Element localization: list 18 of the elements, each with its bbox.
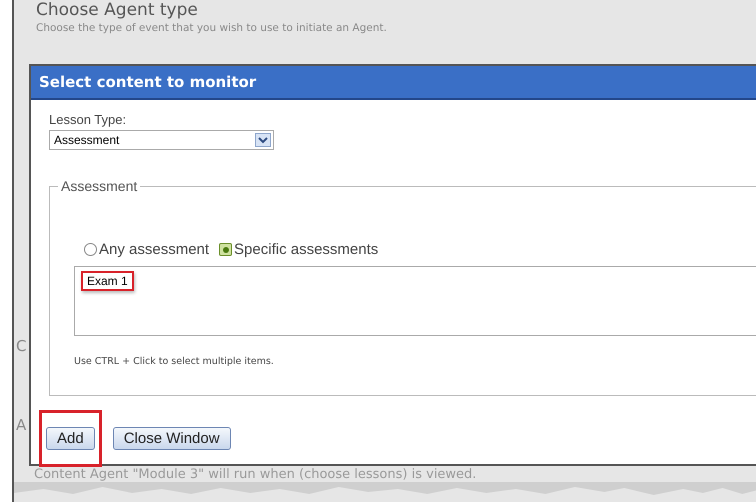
dialog-button[interactable]: Add xyxy=(46,427,95,450)
lesson-type-dropdown[interactable]: Assessment xyxy=(49,130,274,150)
group-legend: Assessment xyxy=(58,178,140,194)
partial-label: C xyxy=(16,337,26,355)
radio-button[interactable] xyxy=(219,243,232,256)
radio-button[interactable] xyxy=(84,243,97,256)
list-item[interactable]: Exam 1 xyxy=(81,271,134,291)
section-description: Choose the type of event that you wish to use to initiate an Agent. xyxy=(36,21,388,36)
hint-text: Use CTRL + Click to select multiple items. xyxy=(74,356,275,367)
section-heading: Choose Agent type xyxy=(36,0,199,20)
dialog-button[interactable]: Close Window xyxy=(112,427,231,450)
dialog-title: Select content to monitor xyxy=(31,66,756,100)
radio-option[interactable]: Any assessment xyxy=(84,241,210,258)
partial-label: A xyxy=(16,416,26,434)
radio-option[interactable]: Specific assessments xyxy=(219,241,378,258)
lesson-type-label: Lesson Type: xyxy=(49,112,128,127)
status-text: Content Agent "Module 3" will run when (choose lessons) is viewed. xyxy=(34,467,476,482)
assessment-list[interactable]: Exam 1 xyxy=(74,266,756,336)
